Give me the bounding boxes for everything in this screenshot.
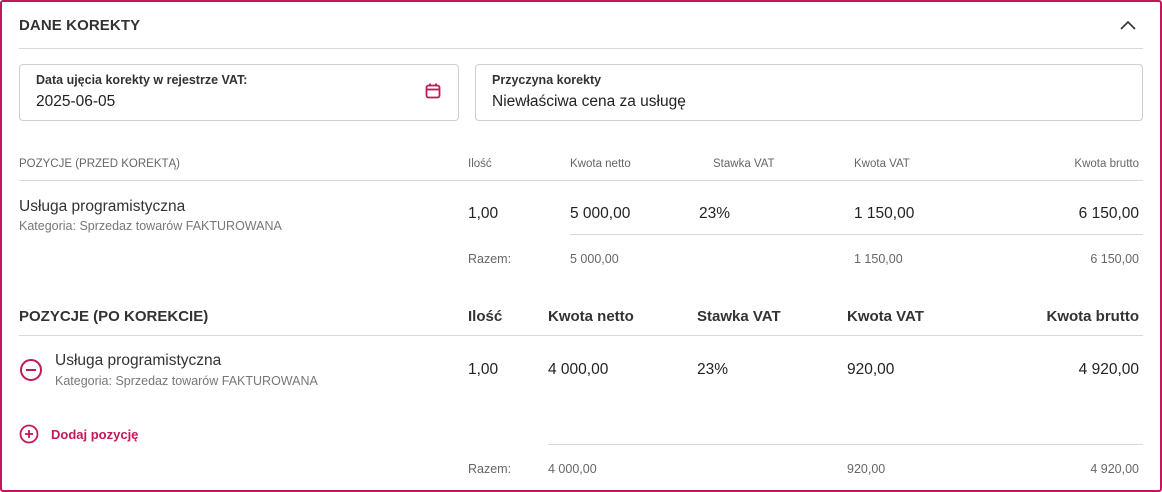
after-item-category: Kategoria: Sprzedaz towarów FAKTUROWANA (55, 374, 318, 388)
correction-reason-label: Przyczyna korekty (492, 73, 602, 87)
before-totals-vat: 1 150,00 (854, 252, 903, 266)
correction-date-field[interactable]: Data ujęcia korekty w rejestrze VAT: 202… (19, 64, 459, 121)
correction-reason-value[interactable]: Niewłaściwa cena za usługę (492, 93, 686, 111)
correction-date-label: Data ujęcia korekty w rejestrze VAT: (36, 73, 248, 87)
correction-date-value[interactable]: 2025-06-05 (36, 93, 115, 111)
after-section-title: POZYCJE (PO KOREKCIE) (19, 308, 209, 325)
before-header-qty: Ilość (468, 158, 492, 170)
after-totals-vat: 920,00 (847, 462, 886, 476)
after-header-qty: Ilość (468, 308, 503, 325)
after-header-gross: Kwota brutto (1046, 308, 1139, 325)
before-totals-gross: 6 150,00 (1090, 252, 1139, 266)
section-title: DANE KOREKTY (19, 16, 141, 34)
after-header-rate: Stawka VAT (697, 308, 781, 325)
before-item-net: 5 000,00 (570, 205, 631, 222)
after-item-rate: 23% (697, 361, 729, 378)
add-item-button[interactable]: Dodaj pozycję (19, 424, 138, 444)
plus-circle-icon (19, 424, 39, 444)
before-item-category: Kategoria: Sprzedaz towarów FAKTUROWANA (19, 219, 282, 233)
before-item-rate: 23% (699, 205, 731, 222)
after-totals-label: Razem: (468, 462, 512, 476)
before-totals-divider (570, 234, 1143, 235)
before-item-gross: 6 150,00 (1078, 205, 1139, 222)
add-item-label: Dodaj pozycję (51, 426, 139, 442)
before-header-divider (19, 180, 1143, 181)
before-item-name: Usługa programistyczna (19, 198, 186, 215)
before-item-qty: 1,00 (468, 205, 499, 222)
after-totals-gross: 4 920,00 (1090, 462, 1139, 476)
after-totals-divider (548, 444, 1143, 445)
minus-circle-icon (20, 359, 42, 381)
before-header-gross: Kwota brutto (1074, 158, 1139, 170)
before-section-title: POZYCJE (PRZED KOREKTĄ) (19, 158, 181, 170)
chevron-up-icon[interactable] (1117, 14, 1139, 36)
after-item-gross: 4 920,00 (1078, 361, 1139, 378)
remove-item-button[interactable] (19, 358, 43, 382)
before-totals-net: 5 000,00 (570, 252, 619, 266)
before-totals-label: Razem: (468, 252, 512, 266)
correction-reason-field[interactable]: Przyczyna korekty Niewłaściwa cena za us… (475, 64, 1143, 121)
after-item-vat: 920,00 (847, 361, 895, 378)
correction-panel: DANE KOREKTY Data ujęcia korekty w rejes… (0, 0, 1162, 492)
calendar-icon[interactable] (424, 82, 442, 100)
after-header-divider (19, 335, 1143, 336)
after-item-name: Usługa programistyczna (55, 352, 222, 369)
before-header-vat: Kwota VAT (854, 158, 910, 170)
before-item-vat: 1 150,00 (854, 205, 915, 222)
after-header-vat: Kwota VAT (847, 308, 924, 325)
after-header-net: Kwota netto (548, 308, 634, 325)
before-header-rate: Stawka VAT (713, 158, 775, 170)
after-item-qty: 1,00 (468, 361, 499, 378)
after-totals-net: 4 000,00 (548, 462, 597, 476)
before-header-net: Kwota netto (570, 158, 631, 170)
section-header: DANE KOREKTY (19, 2, 1143, 49)
after-item-net: 4 000,00 (548, 361, 609, 378)
